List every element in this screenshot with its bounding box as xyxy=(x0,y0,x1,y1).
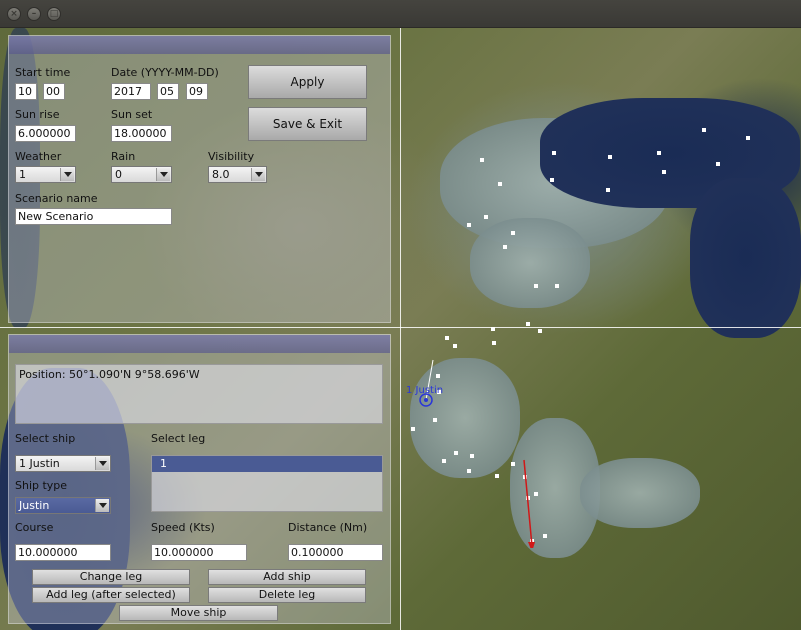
chevron-down-icon xyxy=(95,457,109,470)
buoy-marker xyxy=(746,136,750,140)
weather-label: Weather xyxy=(15,150,62,163)
chevron-down-icon xyxy=(251,168,265,181)
course-field[interactable]: 10.000000 xyxy=(15,544,111,561)
position-display: Position: 50°1.090'N 9°58.696'W xyxy=(15,364,383,424)
sun-rise-field[interactable]: 6.000000 xyxy=(15,125,76,142)
chevron-down-icon xyxy=(60,168,74,181)
buoy-marker xyxy=(662,170,666,174)
start-time-label: Start time xyxy=(15,66,71,79)
sun-rise-label: Sun rise xyxy=(15,108,60,121)
start-minute-field[interactable]: 00 xyxy=(43,83,65,100)
title-bar: × – □ xyxy=(0,0,801,28)
distance-label: Distance (Nm) xyxy=(288,521,368,534)
position-text: Position: 50°1.090'N 9°58.696'W xyxy=(19,368,200,381)
speed-field[interactable]: 10.000000 xyxy=(151,544,247,561)
speed-label: Speed (Kts) xyxy=(151,521,215,534)
scenario-name-label: Scenario name xyxy=(15,192,98,205)
scenario-panel-header xyxy=(9,36,390,54)
save-exit-button[interactable]: Save & Exit xyxy=(248,107,367,141)
maximize-button[interactable]: □ xyxy=(47,7,61,21)
ship-type-select[interactable]: Justin xyxy=(15,497,111,514)
leg-route-line xyxy=(523,459,533,547)
buoy-marker xyxy=(467,223,471,227)
chevron-down-icon xyxy=(156,168,170,181)
move-ship-button[interactable]: Move ship xyxy=(119,605,278,621)
visibility-select[interactable]: 8.0 xyxy=(208,166,267,183)
chevron-down-icon xyxy=(95,499,109,512)
buoy-marker xyxy=(491,327,495,331)
buoy-marker xyxy=(480,158,484,162)
buoy-marker xyxy=(657,151,661,155)
sun-set-label: Sun set xyxy=(111,108,153,121)
buoy-marker xyxy=(484,215,488,219)
rain-select-value: 0 xyxy=(115,168,122,181)
deep-water-east xyxy=(690,178,801,338)
visibility-label: Visibility xyxy=(208,150,255,163)
buoy-marker xyxy=(526,322,530,326)
leg-list[interactable]: 1 xyxy=(151,455,383,512)
ship-panel-header xyxy=(9,335,390,353)
add-leg-button[interactable]: Add leg (after selected) xyxy=(32,587,190,603)
buoy-marker xyxy=(702,128,706,132)
leg-arrow-icon xyxy=(528,542,535,548)
weather-select-value: 1 xyxy=(19,168,26,181)
buoy-marker xyxy=(716,162,720,166)
date-label: Date (YYYY-MM-DD) xyxy=(111,66,219,79)
delete-leg-button[interactable]: Delete leg xyxy=(208,587,366,603)
ship-type-label: Ship type xyxy=(15,479,68,492)
buoy-marker xyxy=(534,284,538,288)
ship-marker-dot xyxy=(424,398,428,402)
date-month-field[interactable]: 05 xyxy=(157,83,179,100)
route-overlay xyxy=(419,359,535,548)
ship-marker-label: 1 Justin xyxy=(406,385,444,396)
rain-label: Rain xyxy=(111,150,136,163)
start-hour-field[interactable]: 10 xyxy=(15,83,37,100)
minimize-button[interactable]: – xyxy=(27,7,41,21)
rain-select[interactable]: 0 xyxy=(111,166,172,183)
south-bay-water xyxy=(580,458,700,528)
buoy-marker xyxy=(498,182,502,186)
inlet-water xyxy=(470,218,590,308)
weather-select[interactable]: 1 xyxy=(15,166,76,183)
scenario-name-field[interactable]: New Scenario xyxy=(15,208,172,225)
change-leg-button[interactable]: Change leg xyxy=(32,569,190,585)
select-ship-label: Select ship xyxy=(15,432,76,445)
buoy-marker xyxy=(552,151,556,155)
buoy-marker xyxy=(503,245,507,249)
date-year-field[interactable]: 2017 xyxy=(111,83,151,100)
map-view[interactable]: 1 Justin Start time 10 00 Date (YYYY-MM-… xyxy=(0,28,801,630)
buoy-marker xyxy=(555,284,559,288)
select-ship-value: 1 Justin xyxy=(19,457,60,470)
buoy-marker xyxy=(606,188,610,192)
visibility-select-value: 8.0 xyxy=(212,168,230,181)
buoy-marker xyxy=(492,341,496,345)
apply-button[interactable]: Apply xyxy=(248,65,367,99)
leg-list-item[interactable]: 1 xyxy=(152,456,382,472)
distance-field[interactable]: 0.100000 xyxy=(288,544,383,561)
application-window: × – □ 1 Justin Start time 10 00 Date (YY… xyxy=(0,0,801,630)
date-day-field[interactable]: 09 xyxy=(186,83,208,100)
buoy-marker xyxy=(538,329,542,333)
select-leg-label: Select leg xyxy=(151,432,206,445)
select-ship-select[interactable]: 1 Justin xyxy=(15,455,111,472)
ship-type-value: Justin xyxy=(19,499,50,512)
buoy-marker xyxy=(608,155,612,159)
close-button[interactable]: × xyxy=(7,7,21,21)
add-ship-button[interactable]: Add ship xyxy=(208,569,366,585)
course-label: Course xyxy=(15,521,54,534)
sun-set-field[interactable]: 18.00000 xyxy=(111,125,172,142)
buoy-marker xyxy=(550,178,554,182)
buoy-marker xyxy=(445,336,449,340)
buoy-marker xyxy=(511,231,515,235)
